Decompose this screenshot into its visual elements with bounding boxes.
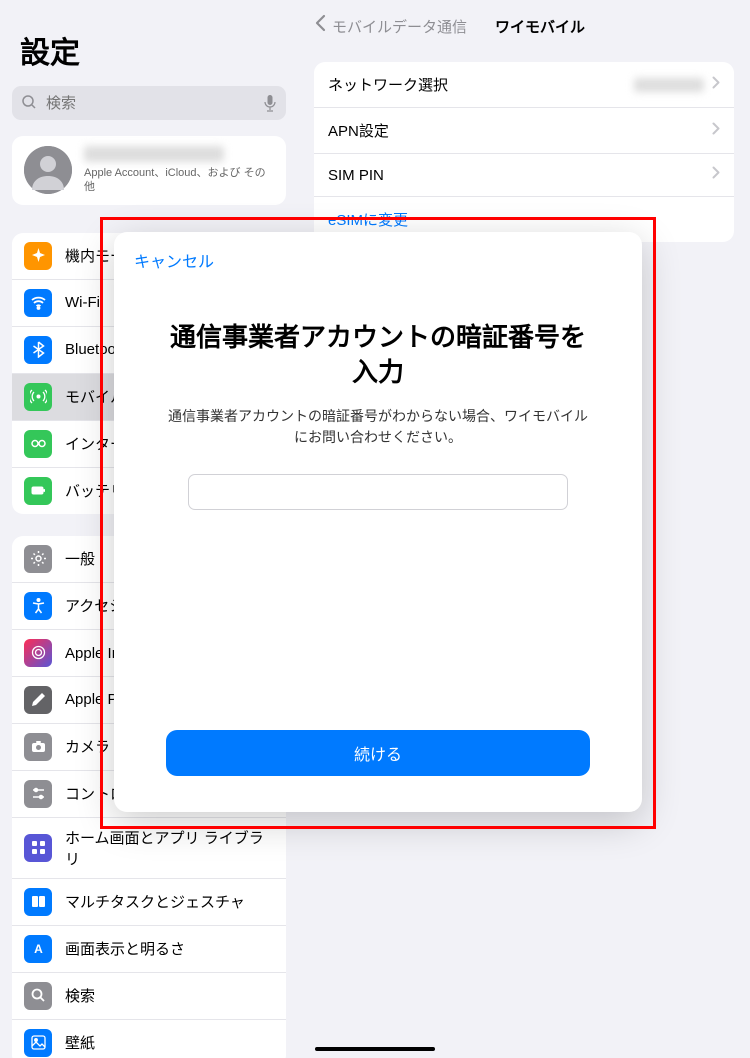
sidebar-item-label: カメラ (65, 736, 110, 757)
home-icon (24, 834, 52, 862)
bluetooth-icon (24, 336, 52, 364)
pencil-icon (24, 686, 52, 714)
row-label: APN設定 (328, 120, 389, 141)
modal-description: 通信事業者アカウントの暗証番号がわからない場合、ワイモバイルにお問い合わせくださ… (166, 406, 590, 448)
chevron-right-icon (712, 122, 720, 140)
sidebar-item-search[interactable]: 検索 (12, 973, 286, 1020)
sidebar-item-multitask[interactable]: マルチタスクとジェスチャ (12, 879, 286, 926)
battery-icon (24, 477, 52, 505)
sidebar-item-label: Wi-Fi (65, 294, 100, 311)
sidebar-item-wallpaper[interactable]: 壁紙 (12, 1020, 286, 1058)
svg-text:A: A (34, 942, 43, 956)
hotspot-icon (24, 430, 52, 458)
apple-intel-icon (24, 639, 52, 667)
account-name-blurred (84, 146, 224, 162)
cancel-button[interactable]: キャンセル (134, 254, 214, 271)
row-label: eSIMに変更 (328, 209, 408, 230)
modal-body: 通信事業者アカウントの暗証番号を入力 通信事業者アカウントの暗証番号がわからない… (114, 288, 642, 730)
row-label: ネットワーク選択 (328, 74, 448, 95)
sidebar-item-label: マルチタスクとジェスチャ (65, 891, 245, 912)
sidebar-item-label: ホーム画面とアプリ ライブラリ (65, 827, 274, 869)
sidebar-item-label: 一般 (65, 548, 95, 569)
search-icon (21, 94, 37, 115)
back-button-label[interactable]: モバイルデータ通信 (332, 16, 467, 37)
modal-title: 通信事業者アカウントの暗証番号を入力 (166, 320, 590, 390)
sidebar-item-home[interactable]: ホーム画面とアプリ ライブラリ (12, 818, 286, 879)
main-header: モバイルデータ通信 ワイモバイル (298, 0, 750, 52)
avatar (24, 146, 72, 194)
search-field-wrap (12, 86, 286, 120)
home-indicator[interactable] (315, 1047, 435, 1051)
settings-row[interactable]: ネットワーク選択 (314, 62, 734, 108)
page-title: 設定 (12, 0, 286, 86)
wifi-icon (24, 289, 52, 317)
carrier-settings-section: ネットワーク選択 APN設定 SIM PIN eSIMに変更 (314, 62, 734, 242)
airplane-icon (24, 242, 52, 270)
sidebar-item-display[interactable]: A 画面表示と明るさ (12, 926, 286, 973)
sidebar-item-label: 画面表示と明るさ (65, 938, 185, 959)
search-input[interactable] (12, 86, 286, 120)
row-value-blurred (634, 78, 704, 92)
sidebar-item-label: 壁紙 (65, 1032, 95, 1053)
chevron-right-icon (712, 166, 720, 184)
settings-row[interactable]: APN設定 (314, 108, 734, 154)
mic-icon[interactable] (263, 94, 277, 117)
row-label: SIM PIN (328, 167, 384, 184)
apple-account-card[interactable]: Apple Account、iCloud、および その他 (12, 136, 286, 205)
back-chevron-icon[interactable] (314, 14, 326, 38)
control-icon (24, 780, 52, 808)
account-info: Apple Account、iCloud、および その他 (84, 146, 274, 195)
modal-header: キャンセル (114, 232, 642, 288)
cellular-icon (24, 383, 52, 411)
sidebar-item-label: 検索 (65, 985, 95, 1006)
account-subtitle: Apple Account、iCloud、および その他 (84, 166, 274, 195)
multitask-icon (24, 888, 52, 916)
search-icon (24, 982, 52, 1010)
wallpaper-icon (24, 1029, 52, 1057)
camera-icon (24, 733, 52, 761)
carrier-pin-modal: キャンセル 通信事業者アカウントの暗証番号を入力 通信事業者アカウントの暗証番号… (114, 232, 642, 812)
continue-button[interactable]: 続ける (166, 730, 590, 776)
chevron-right-icon (712, 76, 720, 94)
gear-icon (24, 545, 52, 573)
settings-row[interactable]: SIM PIN (314, 154, 734, 197)
display-icon: A (24, 935, 52, 963)
modal-footer: 続ける (114, 730, 642, 812)
pin-input[interactable] (188, 474, 568, 510)
main-title: ワイモバイル (495, 16, 585, 37)
accessibility-icon (24, 592, 52, 620)
